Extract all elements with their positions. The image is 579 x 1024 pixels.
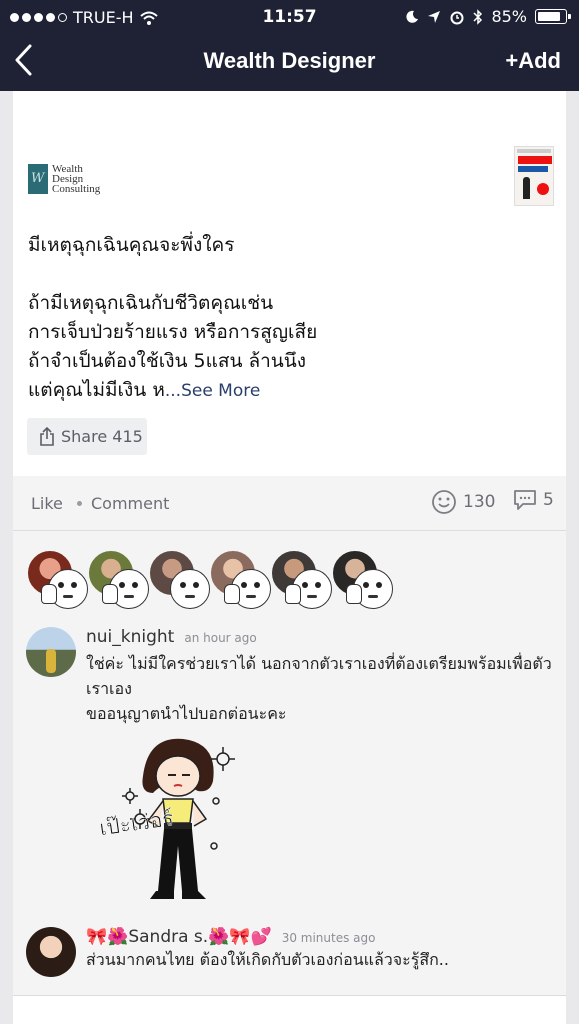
comment-button[interactable]: Comment — [91, 494, 169, 513]
post-line: การเจ็บป่วยร้ายแรง หรือการสูญเสีย — [28, 321, 318, 343]
like-button[interactable]: Like — [31, 494, 63, 513]
reactor-avatar[interactable] — [87, 549, 149, 609]
comment-count[interactable]: 5 — [513, 489, 554, 511]
reaction-sticker-icon — [102, 569, 149, 609]
reactor-avatar[interactable] — [26, 549, 88, 609]
book-cover-image[interactable] — [514, 146, 554, 206]
post-title: มีเหตุฉุกเฉินคุณจะพึ่งใคร — [28, 234, 235, 256]
alarm-icon — [450, 11, 464, 24]
status-icons: 85% — [405, 7, 571, 26]
reactor-list — [26, 549, 393, 609]
comment-author[interactable]: nui_knight — [86, 627, 174, 647]
avatar[interactable] — [26, 927, 76, 977]
page-title: Wealth Designer — [203, 48, 376, 73]
bluetooth-icon — [473, 8, 483, 25]
top-bar: TRUE-H 11:57 85% Wealth Designer +Add — [0, 0, 579, 91]
share-button[interactable]: Share 415 — [27, 418, 147, 455]
reactor-avatar[interactable] — [148, 549, 210, 609]
comment-body: nui_knight an hour ago ใช่ค่ะ ไม่มีใครช่… — [86, 627, 556, 726]
add-button[interactable]: +Add — [505, 48, 561, 74]
logo-mark — [28, 164, 48, 194]
company-logo: Wealth Design Consulting — [28, 163, 101, 195]
post-line: ถ้ามีเหตุฉุกเฉินกับชีวิตคุณเช่น — [28, 292, 274, 314]
comment-time: 30 minutes ago — [281, 931, 376, 945]
see-more-link[interactable]: ...See More — [165, 381, 260, 401]
reaction-sticker-icon — [170, 569, 210, 609]
avatar[interactable] — [26, 627, 76, 677]
share-icon — [40, 426, 54, 446]
reaction-sticker-icon — [224, 569, 271, 609]
reaction-count[interactable]: 130 — [431, 489, 495, 515]
share-label: Share 415 — [61, 427, 143, 446]
comment-author[interactable]: 🎀🌺Sandra s.🌺🎀💕 — [86, 927, 272, 947]
moon-icon — [406, 10, 419, 23]
smiley-icon — [432, 490, 456, 514]
comment-time: an hour ago — [184, 631, 257, 645]
comment-bubble-icon — [514, 490, 536, 510]
comment-body: 🎀🌺Sandra s.🌺🎀💕 30 minutes ago ส่วนมากคนไ… — [86, 927, 556, 972]
reaction-sticker-icon — [41, 569, 88, 609]
reactor-avatar[interactable] — [331, 549, 393, 609]
post-line-last: แต่คุณไม่มีเงิน ห...See More — [28, 379, 261, 401]
post-body: มีเหตุฉุกเฉินคุณจะพึ่งใคร ถ้ามีเหตุฉุกเฉ… — [28, 231, 548, 406]
reaction-sticker-icon — [346, 569, 393, 609]
nav-bar: Wealth Designer +Add — [0, 34, 579, 91]
logo-text: Wealth Design Consulting — [52, 163, 101, 195]
next-card-edge — [13, 995, 566, 1024]
post-line: ถ้าจำเป็นต้องใช้เงิน 5แสน ล้านนึง — [28, 350, 307, 372]
comment-text: ส่วนมากคนไทย ต้องให้เกิดกับตัวเองก่อนแล้… — [86, 950, 449, 969]
location-arrow-icon — [428, 10, 441, 23]
battery-percent: 85% — [491, 7, 527, 26]
sticker-image[interactable]: เป๊ะเว่อร์ — [98, 731, 258, 906]
reactor-avatar[interactable] — [209, 549, 271, 609]
post-card: Wealth Design Consulting มีเหตุฉุกเฉินคุ… — [13, 91, 566, 476]
comments-section: nui_knight an hour ago ใช่ค่ะ ไม่มีใครช่… — [13, 531, 566, 995]
comment-text: ใช่ค่ะ ไม่มีใครช่วยเราได้ นอกจากตัวเราเอ… — [86, 654, 552, 723]
reaction-sticker-icon — [285, 569, 332, 609]
action-bar: Like Comment 130 5 — [13, 476, 566, 531]
reactor-avatar[interactable] — [270, 549, 332, 609]
status-bar: TRUE-H 11:57 85% — [0, 0, 579, 34]
separator-dot — [77, 501, 82, 506]
battery-icon — [535, 9, 571, 24]
